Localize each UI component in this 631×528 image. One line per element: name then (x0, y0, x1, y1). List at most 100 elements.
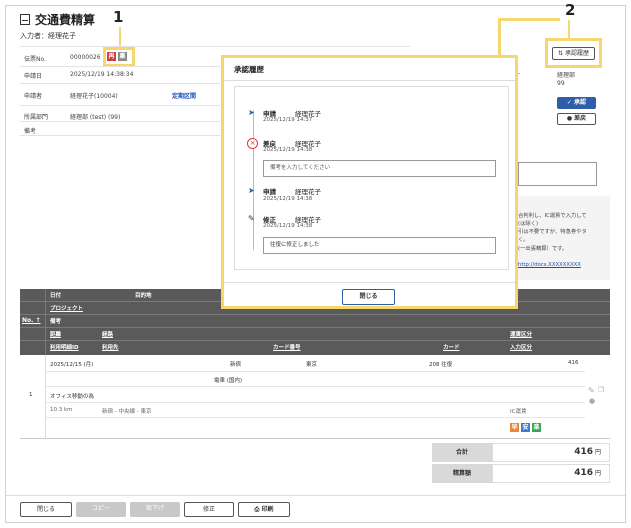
comment-textarea[interactable] (518, 162, 597, 186)
divider (20, 66, 220, 67)
callout-2: 2 (565, 1, 576, 19)
tag-cheap: 安 (521, 423, 530, 432)
info-link[interactable]: http://docs.XXXXXXXXX (518, 262, 581, 268)
print-button-label: 印刷 (261, 506, 274, 513)
history-button[interactable]: ⇅ 承認履歴 (552, 47, 595, 60)
settle-cell: 416 円 (492, 464, 610, 483)
timeline: ➤ 申請 経理花子 2025/12/19 14:37 × 差戻 経理花子 202… (234, 86, 509, 270)
print-button[interactable]: ⎙ 印刷 (238, 502, 290, 517)
apply-date-label: 申請日 (24, 73, 43, 80)
callout-1: 1 (113, 8, 124, 26)
entry-action: 申請 (263, 188, 276, 196)
entry-date: 2025/12/19 14:38 (263, 147, 313, 153)
total-cell: 416 円 (492, 443, 610, 462)
row-divider (45, 371, 585, 372)
delete-icon[interactable]: ● (589, 397, 595, 405)
slip-no-value: 00000026 (70, 54, 101, 61)
callout-2-line-v2 (568, 20, 570, 39)
col-distance[interactable]: 距離 (50, 330, 61, 338)
tag-easy: 楽 (532, 423, 541, 432)
applicant-label: 申請者 (24, 93, 43, 100)
col-destination[interactable]: 目的地 (135, 291, 152, 299)
apply-date-value: 2025/12/19 14:38:34 (70, 71, 134, 78)
submit-icon: ➤ (248, 186, 255, 195)
col-divider (45, 355, 46, 439)
col-route[interactable]: 経路 (102, 330, 113, 338)
entry-date: 2025/12/19 14:38 (263, 196, 313, 202)
page-title: 交通費精算 (20, 11, 95, 28)
settle-unit: 円 (594, 470, 601, 477)
entry-date: 2025/12/19 14:37 (263, 117, 313, 123)
row-route: 新宿 - 中央線 - 東京 (102, 409, 152, 415)
approval-badge: 稟 (118, 52, 127, 61)
footer-divider (6, 495, 625, 496)
reject-button-label: 差戻 (574, 115, 587, 122)
col-fare-type[interactable]: 運賃区分 (510, 330, 532, 338)
total-unit: 円 (594, 449, 601, 456)
copy-button[interactable]: コピー (76, 502, 126, 517)
modal-close-button[interactable]: 閉じる (342, 289, 395, 305)
col-usage-id[interactable]: 利用明細ID (50, 343, 79, 351)
copy-icon[interactable]: ❐ (598, 386, 604, 394)
reject-comment-input[interactable]: 備考を入力してください (263, 160, 496, 177)
reject-button[interactable]: ● 差戻 (557, 113, 596, 125)
entry-date: 2025/12/19 14:38 (263, 223, 313, 229)
dept-value: 経理部 (test) (99) (70, 114, 121, 121)
submit-icon: ➤ (248, 108, 255, 117)
info-line: (は除く) (518, 221, 539, 227)
total-value: 416 (574, 447, 594, 457)
col-project[interactable]: プロジェクト (50, 304, 83, 312)
row-divider (45, 386, 585, 387)
pencil-icon: ✎ (248, 214, 255, 223)
entry-name: 経理花子 (295, 188, 321, 196)
approve-button[interactable]: ✓ 承認 (557, 97, 596, 109)
row-transport: 電車 (国内) (214, 378, 243, 384)
edit-comment-input[interactable]: 往復に修正しました (263, 237, 496, 254)
col-input-type[interactable]: 入力区分 (510, 343, 532, 351)
timeline-line (253, 110, 254, 250)
resubmit-badge: 再 (107, 52, 116, 61)
modal-divider (224, 282, 515, 283)
row-no: 1 (29, 392, 33, 398)
row-divider (45, 402, 585, 403)
col-card-no[interactable]: カード番号 (273, 343, 301, 351)
callout-2-line-v (498, 18, 501, 56)
slip-no-label: 伝票No. (24, 56, 46, 63)
edit-button[interactable]: 修正 (184, 502, 234, 517)
edit-icon[interactable]: ✎ (588, 386, 595, 395)
sort-up-icon: ↑ (33, 317, 41, 324)
col-card[interactable]: カード (443, 343, 460, 351)
modal-title: 承認履歴 (234, 65, 264, 74)
row-amount-info: 208 往復 (429, 362, 453, 368)
dept-line-2: 99 (557, 80, 565, 87)
col-divider (45, 289, 46, 355)
history-button-label: 承認履歴 (564, 50, 589, 57)
applicant-value: 経理花子(10004) (70, 93, 118, 100)
route-link[interactable]: 定期区間 (172, 91, 196, 100)
row-date: 2025/12/15 (月) (50, 362, 94, 368)
callout-1-line (119, 27, 121, 47)
divider (20, 105, 220, 106)
divider (20, 135, 220, 136)
document-icon (20, 14, 30, 25)
col-note[interactable]: 備考 (50, 317, 61, 325)
row-distance: 10.3 km (50, 407, 73, 413)
dept-line-1: 経理部 (557, 72, 576, 79)
withdraw-button[interactable]: 取下げ (130, 502, 180, 517)
col-date[interactable]: 日付 (50, 291, 61, 299)
input-by-label: 入力者：経理花子 (20, 32, 76, 40)
row-divider (45, 417, 585, 418)
check-icon: ✓ (566, 99, 575, 106)
info-line: く。 (518, 237, 529, 243)
reject-icon: × (247, 138, 258, 149)
table-row[interactable]: 1 2025/12/15 (月) 新宿 東京 208 往復 416 電車 (国内… (20, 355, 610, 439)
col-usage-place[interactable]: 利用先 (102, 343, 119, 351)
row-amount: 416 (568, 360, 579, 366)
approval-history-modal: 承認履歴 ➤ 申請 経理花子 2025/12/19 14:37 × 差戻 経理花… (221, 55, 518, 309)
note-label: 備考 (24, 128, 37, 135)
approve-button-label: 承認 (574, 99, 587, 106)
col-no[interactable]: No. ↑ (22, 317, 41, 324)
settle-label: 精算額 (432, 464, 492, 483)
dept-label: 所属部門 (24, 114, 49, 121)
close-button[interactable]: 閉じる (20, 502, 72, 517)
